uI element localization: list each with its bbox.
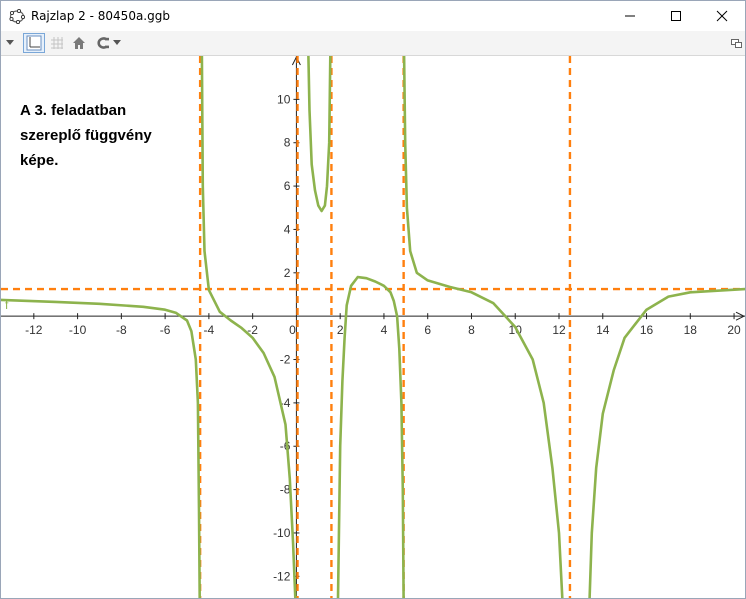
- maximize-button[interactable]: [653, 1, 699, 31]
- maximize-icon: [671, 11, 681, 21]
- x-tick-label: -4: [204, 323, 215, 337]
- style-bar-menu-button[interactable]: [3, 33, 17, 53]
- style-bar-toggle-button[interactable]: [729, 33, 743, 53]
- x-tick-label: 14: [596, 323, 610, 337]
- function-curve-branch: [307, 56, 332, 213]
- dropdown-triangle-icon: [6, 40, 14, 45]
- x-tick-label: 20: [727, 323, 741, 337]
- axes-toggle-button[interactable]: [23, 33, 45, 53]
- caption-line-2: szereplő függvény: [20, 127, 152, 144]
- y-tick-label: 8: [284, 136, 291, 150]
- caption-line-3: képe.: [20, 152, 59, 169]
- point-capturing-button[interactable]: [91, 33, 125, 53]
- geogebra-window: Rajzlap 2 - 80450a.ggb -12 -10 -8 -6 -4 …: [0, 0, 746, 599]
- axes-toggle-icon: [26, 35, 42, 51]
- function-curve-branch: [588, 287, 745, 598]
- x-tick-label: -12: [25, 323, 43, 337]
- standard-view-button[interactable]: [69, 33, 89, 53]
- y-tick-label: -12: [273, 569, 291, 583]
- x-tick-label: 16: [640, 323, 654, 337]
- y-tick-label: -6: [280, 439, 291, 453]
- x-tick-label: 6: [424, 323, 431, 337]
- y-tick-label: -10: [273, 526, 291, 540]
- y-tick-label: 2: [284, 266, 291, 280]
- function-curve-branch: [1, 298, 201, 598]
- window-controls: [607, 1, 745, 31]
- x-tick-label: 4: [381, 323, 388, 337]
- minimize-icon: [625, 15, 635, 17]
- x-tick-label: 12: [552, 323, 566, 337]
- title-bar[interactable]: Rajzlap 2 - 80450a.ggb: [1, 1, 745, 31]
- point-capture-icon: [97, 37, 109, 49]
- home-icon: [73, 37, 85, 49]
- caption-text: A 3. feladatban szereplő függvény képe.: [20, 98, 152, 173]
- x-tick-label: 18: [684, 323, 698, 337]
- x-tick-label: -8: [116, 323, 127, 337]
- minimize-button[interactable]: [607, 1, 653, 31]
- y-tick-label: 4: [284, 222, 291, 236]
- x-tick-label: 8: [468, 323, 475, 337]
- x-tick-label: 2: [337, 323, 344, 337]
- geogebra-app-icon: [9, 8, 25, 24]
- close-button[interactable]: [699, 1, 745, 31]
- style-bar: [1, 31, 745, 56]
- caption-line-1: A 3. feladatban: [20, 102, 127, 119]
- style-bar-toggle-icon: [730, 38, 742, 48]
- y-tick-label: -2: [280, 353, 291, 367]
- function-curve-branch: [336, 275, 405, 598]
- x-tick-label: -6: [160, 323, 171, 337]
- window-title: Rajzlap 2 - 80450a.ggb: [31, 9, 170, 23]
- y-tick-label: 10: [277, 92, 291, 106]
- grid-toggle-icon: [51, 37, 63, 49]
- y-tick-label: 6: [284, 179, 291, 193]
- x-tick-label: -10: [69, 323, 87, 337]
- chevron-down-icon: [113, 40, 121, 45]
- grid-toggle-button[interactable]: [47, 33, 67, 53]
- close-icon: [716, 10, 728, 22]
- graphics-view[interactable]: -12 -10 -8 -6 -4 -2 0 2 4 6 8 10 12 14 16 18 20 -12 -10 -8-…: [1, 56, 745, 598]
- x-tick-label: 0: [289, 323, 296, 337]
